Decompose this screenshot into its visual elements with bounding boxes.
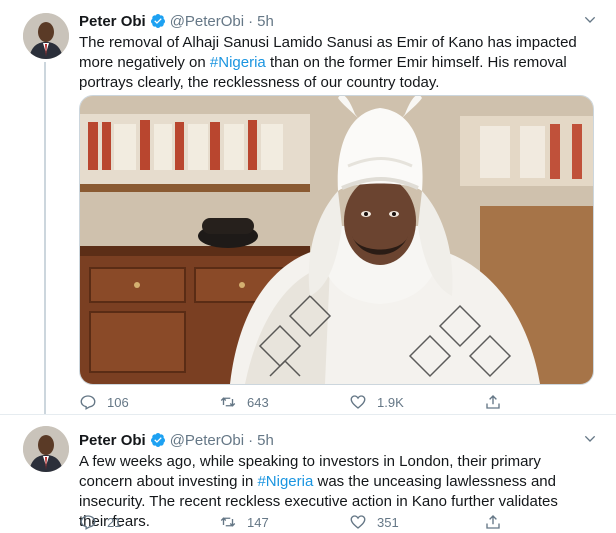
avatar[interactable] [23, 426, 69, 472]
like-button[interactable]: 1.9K [349, 393, 404, 411]
tweet-1[interactable]: Peter Obi @PeterObi · 5h The removal of … [0, 0, 616, 415]
retweet-count: 643 [247, 394, 269, 410]
tweet-actions: 21 147 351 [79, 513, 519, 533]
separator-dot: · [248, 431, 254, 449]
like-count: 351 [377, 514, 399, 530]
tweet-photo[interactable] [79, 95, 594, 385]
author-name[interactable]: Peter Obi [79, 13, 146, 30]
avatar[interactable] [23, 13, 69, 59]
separator-dot: · [248, 12, 254, 30]
reply-icon [80, 395, 96, 410]
share-icon [486, 395, 500, 409]
reply-count: 21 [107, 514, 122, 530]
retweet-icon [220, 517, 236, 527]
author-handle[interactable]: @PeterObi [170, 432, 244, 449]
caret-down-icon[interactable] [582, 431, 598, 447]
retweet-button[interactable]: 643 [219, 393, 269, 411]
retweet-count: 147 [247, 514, 269, 530]
reply-icon [80, 515, 96, 530]
reply-button[interactable]: 106 [79, 393, 129, 411]
like-icon [350, 395, 366, 409]
verified-icon [150, 14, 165, 28]
timestamp[interactable]: 5h [257, 13, 274, 30]
like-count: 1.9K [377, 394, 404, 410]
share-button[interactable] [484, 393, 512, 411]
like-icon [350, 515, 366, 529]
author-name[interactable]: Peter Obi [79, 432, 146, 449]
reply-count: 106 [107, 394, 129, 410]
tweet-2[interactable]: Peter Obi @PeterObi · 5h A few weeks ago… [0, 415, 616, 530]
share-icon [486, 515, 500, 529]
caret-down-icon[interactable] [582, 12, 598, 28]
hashtag-link[interactable]: #Nigeria [257, 473, 313, 490]
author-handle[interactable]: @PeterObi [170, 13, 244, 30]
retweet-button[interactable]: 147 [219, 513, 269, 531]
tweet-feed: Peter Obi @PeterObi · 5h The removal of … [0, 0, 616, 530]
share-button[interactable] [484, 513, 512, 531]
verified-icon [150, 433, 165, 447]
retweet-icon [220, 397, 236, 407]
tweet-header: Peter Obi @PeterObi · 5h [79, 431, 274, 449]
hashtag-link[interactable]: #Nigeria [210, 54, 266, 71]
tweet-text: The removal of Alhaji Sanusi Lamido Sanu… [79, 33, 589, 93]
timestamp[interactable]: 5h [257, 432, 274, 449]
tweet-header: Peter Obi @PeterObi · 5h [79, 12, 274, 30]
thread-line [44, 62, 46, 414]
reply-button[interactable]: 21 [79, 513, 121, 531]
like-button[interactable]: 351 [349, 513, 399, 531]
photo-emir-portrait [80, 96, 593, 384]
tweet-actions: 106 643 1.9K [79, 393, 519, 413]
